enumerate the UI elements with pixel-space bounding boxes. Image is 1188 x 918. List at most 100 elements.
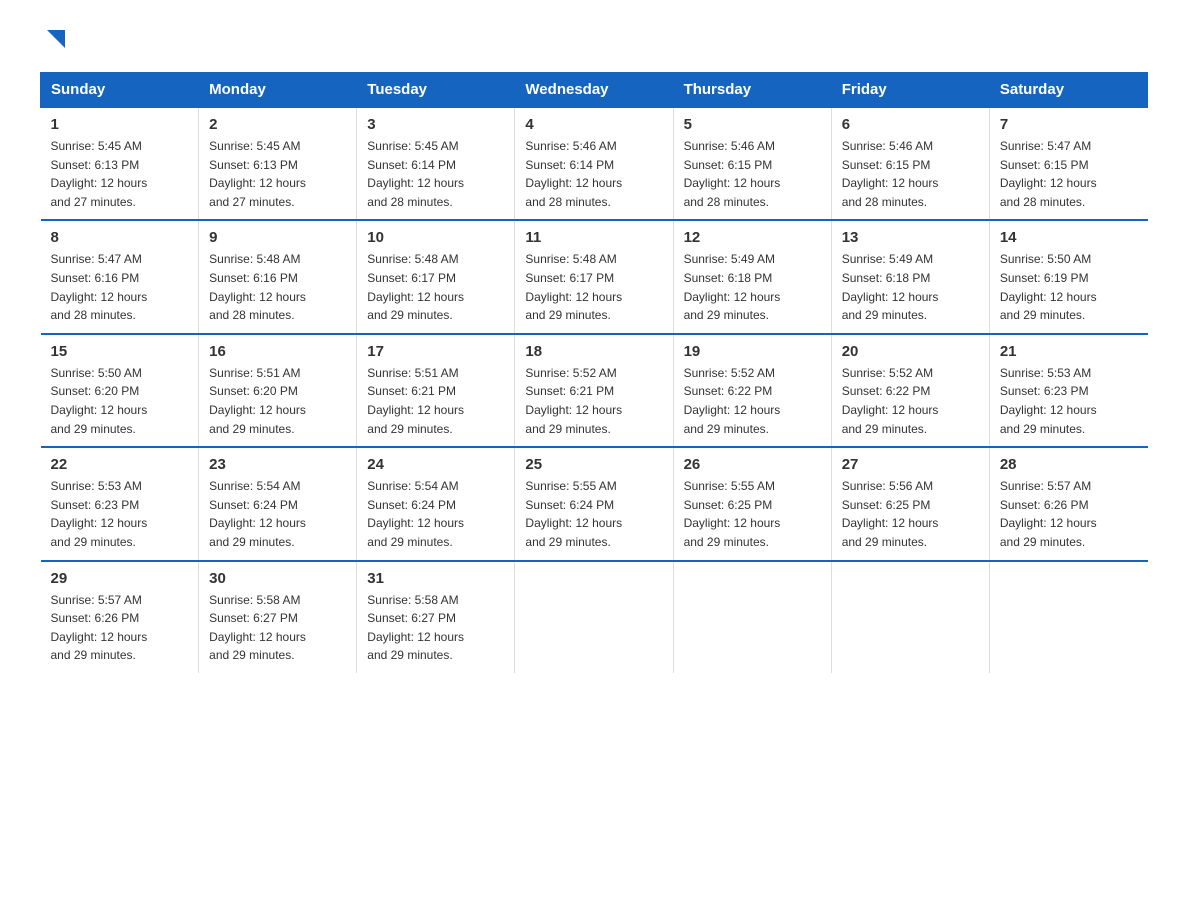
- calendar-cell: 8 Sunrise: 5:47 AMSunset: 6:16 PMDayligh…: [41, 220, 199, 333]
- calendar-cell: 29 Sunrise: 5:57 AMSunset: 6:26 PMDaylig…: [41, 561, 199, 673]
- day-number: 26: [684, 456, 821, 473]
- day-number: 5: [684, 116, 821, 133]
- day-number: 23: [209, 456, 346, 473]
- day-info: Sunrise: 5:46 AMSunset: 6:14 PMDaylight:…: [525, 139, 622, 209]
- calendar-cell: 3 Sunrise: 5:45 AMSunset: 6:14 PMDayligh…: [357, 107, 515, 220]
- calendar-cell: 30 Sunrise: 5:58 AMSunset: 6:27 PMDaylig…: [199, 561, 357, 673]
- day-info: Sunrise: 5:57 AMSunset: 6:26 PMDaylight:…: [51, 593, 148, 663]
- column-header-friday: Friday: [831, 73, 989, 108]
- day-info: Sunrise: 5:58 AMSunset: 6:27 PMDaylight:…: [367, 593, 464, 663]
- calendar-cell: 20 Sunrise: 5:52 AMSunset: 6:22 PMDaylig…: [831, 334, 989, 447]
- calendar-week-row: 22 Sunrise: 5:53 AMSunset: 6:23 PMDaylig…: [41, 447, 1148, 560]
- calendar-week-row: 29 Sunrise: 5:57 AMSunset: 6:26 PMDaylig…: [41, 561, 1148, 673]
- day-info: Sunrise: 5:49 AMSunset: 6:18 PMDaylight:…: [684, 252, 781, 322]
- calendar-cell: 23 Sunrise: 5:54 AMSunset: 6:24 PMDaylig…: [199, 447, 357, 560]
- day-info: Sunrise: 5:52 AMSunset: 6:22 PMDaylight:…: [684, 366, 781, 436]
- day-info: Sunrise: 5:56 AMSunset: 6:25 PMDaylight:…: [842, 479, 939, 549]
- day-number: 7: [1000, 116, 1138, 133]
- day-number: 4: [525, 116, 662, 133]
- calendar-cell: 25 Sunrise: 5:55 AMSunset: 6:24 PMDaylig…: [515, 447, 673, 560]
- calendar-cell: 24 Sunrise: 5:54 AMSunset: 6:24 PMDaylig…: [357, 447, 515, 560]
- day-number: 1: [51, 116, 189, 133]
- calendar-cell: 27 Sunrise: 5:56 AMSunset: 6:25 PMDaylig…: [831, 447, 989, 560]
- day-number: 9: [209, 229, 346, 246]
- day-info: Sunrise: 5:52 AMSunset: 6:21 PMDaylight:…: [525, 366, 622, 436]
- column-header-monday: Monday: [199, 73, 357, 108]
- day-number: 25: [525, 456, 662, 473]
- day-number: 2: [209, 116, 346, 133]
- calendar-cell: 19 Sunrise: 5:52 AMSunset: 6:22 PMDaylig…: [673, 334, 831, 447]
- day-info: Sunrise: 5:57 AMSunset: 6:26 PMDaylight:…: [1000, 479, 1097, 549]
- day-info: Sunrise: 5:45 AMSunset: 6:13 PMDaylight:…: [209, 139, 306, 209]
- day-info: Sunrise: 5:48 AMSunset: 6:16 PMDaylight:…: [209, 252, 306, 322]
- day-info: Sunrise: 5:58 AMSunset: 6:27 PMDaylight:…: [209, 593, 306, 663]
- day-info: Sunrise: 5:46 AMSunset: 6:15 PMDaylight:…: [842, 139, 939, 209]
- column-header-thursday: Thursday: [673, 73, 831, 108]
- day-info: Sunrise: 5:51 AMSunset: 6:21 PMDaylight:…: [367, 366, 464, 436]
- day-info: Sunrise: 5:46 AMSunset: 6:15 PMDaylight:…: [684, 139, 781, 209]
- day-info: Sunrise: 5:45 AMSunset: 6:13 PMDaylight:…: [51, 139, 148, 209]
- day-number: 16: [209, 343, 346, 360]
- day-info: Sunrise: 5:51 AMSunset: 6:20 PMDaylight:…: [209, 366, 306, 436]
- day-info: Sunrise: 5:48 AMSunset: 6:17 PMDaylight:…: [525, 252, 622, 322]
- calendar-cell: 6 Sunrise: 5:46 AMSunset: 6:15 PMDayligh…: [831, 107, 989, 220]
- calendar-header-row: SundayMondayTuesdayWednesdayThursdayFrid…: [41, 73, 1148, 108]
- calendar-cell: 28 Sunrise: 5:57 AMSunset: 6:26 PMDaylig…: [989, 447, 1147, 560]
- column-header-tuesday: Tuesday: [357, 73, 515, 108]
- day-number: 3: [367, 116, 504, 133]
- day-info: Sunrise: 5:55 AMSunset: 6:25 PMDaylight:…: [684, 479, 781, 549]
- calendar-cell: 2 Sunrise: 5:45 AMSunset: 6:13 PMDayligh…: [199, 107, 357, 220]
- day-info: Sunrise: 5:53 AMSunset: 6:23 PMDaylight:…: [51, 479, 148, 549]
- calendar-week-row: 15 Sunrise: 5:50 AMSunset: 6:20 PMDaylig…: [41, 334, 1148, 447]
- day-number: 11: [525, 229, 662, 246]
- calendar-table: SundayMondayTuesdayWednesdayThursdayFrid…: [40, 72, 1148, 673]
- calendar-cell: 10 Sunrise: 5:48 AMSunset: 6:17 PMDaylig…: [357, 220, 515, 333]
- calendar-cell: 18 Sunrise: 5:52 AMSunset: 6:21 PMDaylig…: [515, 334, 673, 447]
- calendar-cell: 12 Sunrise: 5:49 AMSunset: 6:18 PMDaylig…: [673, 220, 831, 333]
- column-header-sunday: Sunday: [41, 73, 199, 108]
- day-number: 30: [209, 570, 346, 587]
- day-number: 12: [684, 229, 821, 246]
- calendar-cell: 9 Sunrise: 5:48 AMSunset: 6:16 PMDayligh…: [199, 220, 357, 333]
- day-info: Sunrise: 5:47 AMSunset: 6:15 PMDaylight:…: [1000, 139, 1097, 209]
- logo: [40, 30, 65, 52]
- day-number: 14: [1000, 229, 1138, 246]
- calendar-cell: 4 Sunrise: 5:46 AMSunset: 6:14 PMDayligh…: [515, 107, 673, 220]
- calendar-body: 1 Sunrise: 5:45 AMSunset: 6:13 PMDayligh…: [41, 107, 1148, 673]
- day-info: Sunrise: 5:48 AMSunset: 6:17 PMDaylight:…: [367, 252, 464, 322]
- day-number: 13: [842, 229, 979, 246]
- page-header: [40, 30, 1148, 52]
- day-info: Sunrise: 5:54 AMSunset: 6:24 PMDaylight:…: [209, 479, 306, 549]
- calendar-cell: 13 Sunrise: 5:49 AMSunset: 6:18 PMDaylig…: [831, 220, 989, 333]
- calendar-week-row: 1 Sunrise: 5:45 AMSunset: 6:13 PMDayligh…: [41, 107, 1148, 220]
- calendar-cell: 31 Sunrise: 5:58 AMSunset: 6:27 PMDaylig…: [357, 561, 515, 673]
- day-number: 22: [51, 456, 189, 473]
- day-info: Sunrise: 5:50 AMSunset: 6:20 PMDaylight:…: [51, 366, 148, 436]
- day-number: 18: [525, 343, 662, 360]
- day-number: 10: [367, 229, 504, 246]
- day-info: Sunrise: 5:52 AMSunset: 6:22 PMDaylight:…: [842, 366, 939, 436]
- calendar-cell: 5 Sunrise: 5:46 AMSunset: 6:15 PMDayligh…: [673, 107, 831, 220]
- calendar-cell: [673, 561, 831, 673]
- day-info: Sunrise: 5:54 AMSunset: 6:24 PMDaylight:…: [367, 479, 464, 549]
- day-number: 8: [51, 229, 189, 246]
- day-number: 6: [842, 116, 979, 133]
- calendar-cell: [515, 561, 673, 673]
- calendar-cell: [989, 561, 1147, 673]
- column-header-saturday: Saturday: [989, 73, 1147, 108]
- day-number: 31: [367, 570, 504, 587]
- day-info: Sunrise: 5:47 AMSunset: 6:16 PMDaylight:…: [51, 252, 148, 322]
- calendar-cell: 16 Sunrise: 5:51 AMSunset: 6:20 PMDaylig…: [199, 334, 357, 447]
- calendar-cell: 22 Sunrise: 5:53 AMSunset: 6:23 PMDaylig…: [41, 447, 199, 560]
- day-number: 20: [842, 343, 979, 360]
- day-info: Sunrise: 5:55 AMSunset: 6:24 PMDaylight:…: [525, 479, 622, 549]
- day-number: 29: [51, 570, 189, 587]
- day-number: 27: [842, 456, 979, 473]
- calendar-cell: 1 Sunrise: 5:45 AMSunset: 6:13 PMDayligh…: [41, 107, 199, 220]
- calendar-cell: [831, 561, 989, 673]
- calendar-cell: 11 Sunrise: 5:48 AMSunset: 6:17 PMDaylig…: [515, 220, 673, 333]
- calendar-cell: 17 Sunrise: 5:51 AMSunset: 6:21 PMDaylig…: [357, 334, 515, 447]
- logo-triangle-icon: [43, 30, 65, 52]
- day-info: Sunrise: 5:45 AMSunset: 6:14 PMDaylight:…: [367, 139, 464, 209]
- day-info: Sunrise: 5:53 AMSunset: 6:23 PMDaylight:…: [1000, 366, 1097, 436]
